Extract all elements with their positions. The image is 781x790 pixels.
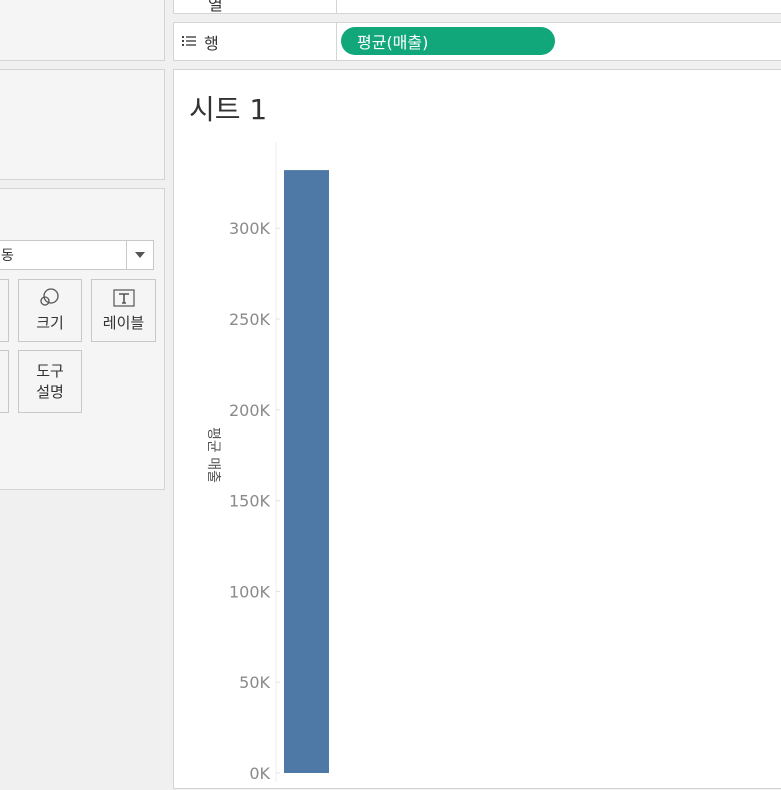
bar-mark[interactable]	[284, 170, 329, 773]
tooltip-button-label-line1: 도구	[36, 361, 64, 380]
color-button[interactable]	[0, 279, 9, 342]
tooltip-button[interactable]: 도구 설명	[18, 350, 82, 413]
y-tick-label: 50K	[239, 673, 270, 692]
left-top-panel	[0, 0, 165, 61]
text-label-icon	[112, 287, 135, 309]
mark-type-value: 동	[1, 248, 14, 264]
columns-shelf[interactable]: 열	[173, 0, 781, 14]
size-button[interactable]: 크기	[18, 279, 82, 342]
label-button[interactable]: 레이블	[91, 279, 156, 342]
y-axis-title: 평균 매출	[205, 427, 221, 483]
y-tick-label: 0K	[249, 764, 270, 783]
y-tick-label: 300K	[229, 219, 271, 238]
bar-chart: 0K 50K 100K 150K 200K 250K 300K 평균 매출	[205, 142, 329, 783]
y-tick-label: 250K	[229, 310, 271, 329]
rows-shelf-divider	[336, 23, 337, 60]
y-tick-label: 150K	[229, 492, 271, 511]
detail-button[interactable]	[0, 350, 9, 413]
filters-card	[0, 69, 165, 180]
rows-shelf-label: 행	[182, 23, 219, 60]
size-button-label: 크기	[36, 314, 64, 332]
tooltip-button-label-line2: 설명	[36, 382, 64, 401]
view-area: 시트 1 0K 50K 100K 150K 200K 250K 300K 평균 매출	[173, 69, 781, 789]
y-tick-label: 100K	[229, 582, 271, 601]
chevron-down-icon	[135, 252, 145, 258]
mark-type-dropdown[interactable]: 동	[0, 240, 154, 270]
rows-shelf-text: 행	[204, 33, 219, 53]
rows-shelf[interactable]: 행 평균(매출)	[173, 22, 781, 61]
marks-card: 동 크기 레이블 도구 설명	[0, 188, 165, 490]
list-icon	[182, 32, 196, 51]
columns-shelf-divider	[336, 0, 337, 13]
measure-pill[interactable]: 평균(매출)	[341, 27, 555, 55]
label-button-label: 레이블	[102, 314, 145, 332]
columns-shelf-label: 열	[208, 0, 223, 14]
y-tick-label: 200K	[229, 401, 271, 420]
dropdown-arrow[interactable]	[126, 241, 153, 269]
size-icon	[38, 287, 62, 309]
